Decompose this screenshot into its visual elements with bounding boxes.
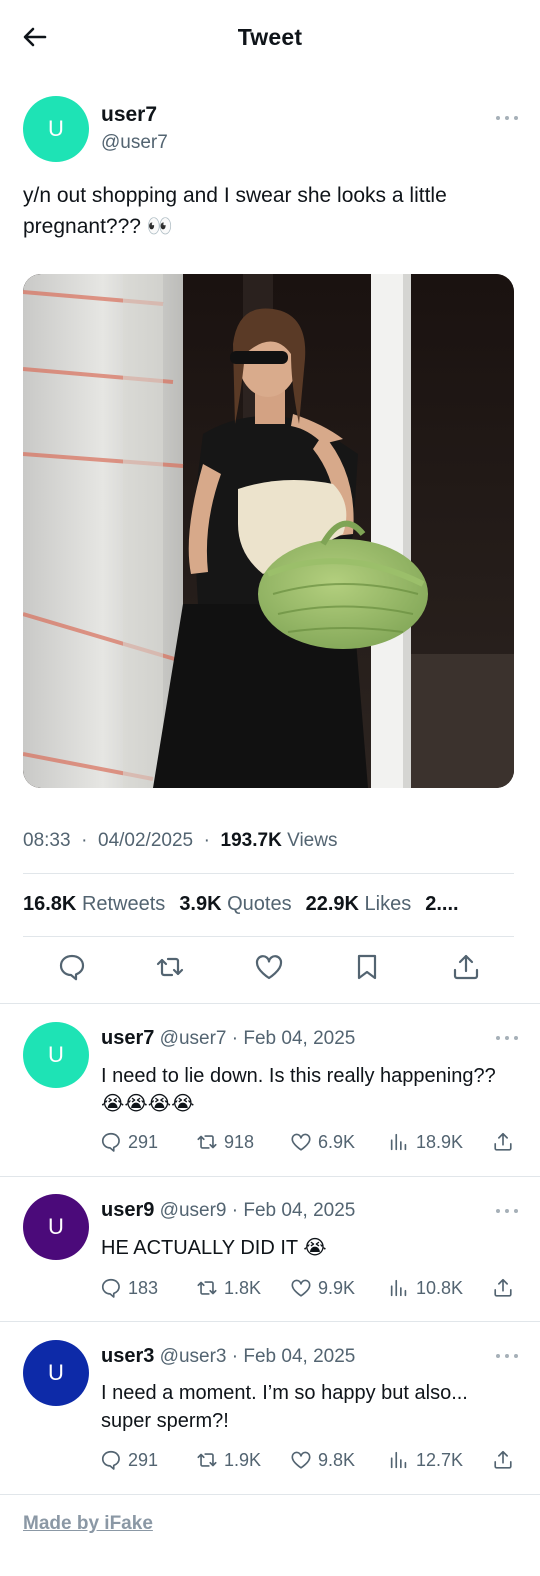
share-icon	[494, 1450, 512, 1469]
made-by-link[interactable]: Made by iFake	[23, 1513, 153, 1535]
views-button[interactable]: 12.7K	[388, 1449, 463, 1471]
reply-action-bar: 291 1.9K 9.8K 12.7K	[100, 1449, 520, 1475]
author-name[interactable]: user7	[101, 1027, 154, 1049]
reply-icon	[101, 1278, 120, 1298]
author-handle[interactable]: @user9	[160, 1200, 227, 1221]
views-icon	[390, 1279, 407, 1297]
retweet-icon	[197, 1281, 217, 1295]
like-icon	[291, 1133, 311, 1151]
reply-date: Feb 04, 2025	[243, 1200, 356, 1221]
reply-date: Feb 04, 2025	[243, 1028, 356, 1049]
like-button[interactable]: 9.8K	[290, 1449, 355, 1471]
bookmarks-stat-truncated[interactable]: 2....	[425, 893, 458, 915]
views-label: Views	[287, 830, 338, 851]
share-button[interactable]	[492, 1131, 514, 1153]
retweet-button[interactable]: 1.8K	[196, 1277, 261, 1299]
reply-header: user9 @user9 · Feb 04, 2025	[101, 1199, 356, 1221]
top-bar: Tweet	[0, 0, 540, 75]
tweet-action-bar	[0, 952, 540, 988]
reply-icon	[101, 1132, 120, 1152]
author-name[interactable]: user9	[101, 1199, 154, 1221]
more-options-icon[interactable]	[496, 1207, 518, 1215]
avatar[interactable]: U	[23, 1340, 89, 1406]
like-icon[interactable]	[254, 952, 284, 982]
more-options-icon[interactable]	[496, 1034, 518, 1042]
share-icon[interactable]	[451, 952, 481, 982]
photo-illustration	[23, 274, 514, 788]
more-options-icon[interactable]	[496, 114, 518, 122]
retweets-stat[interactable]: 16.8K Retweets	[23, 893, 165, 915]
reply-button[interactable]: 291	[100, 1131, 158, 1153]
tweet-text: y/n out shopping and I swear she looks a…	[23, 184, 447, 238]
retweet-icon	[197, 1453, 217, 1467]
divider	[23, 936, 514, 937]
page-title: Tweet	[237, 24, 303, 50]
retweet-button[interactable]: 1.9K	[196, 1449, 261, 1471]
avatar[interactable]: U	[23, 1022, 89, 1088]
divider	[0, 1494, 540, 1495]
views-button[interactable]: 18.9K	[388, 1131, 463, 1153]
engagement-stats: 16.8K Retweets 3.9K Quotes 22.9K Likes 2...…	[23, 893, 518, 916]
retweet-button[interactable]: 918	[196, 1131, 254, 1153]
likes-stat[interactable]: 22.9K Likes	[306, 893, 412, 915]
like-button[interactable]: 6.9K	[290, 1131, 355, 1153]
divider	[0, 1321, 540, 1322]
views-button[interactable]: 10.8K	[388, 1277, 463, 1299]
reply-action-bar: 291 918 6.9K 18.9K	[100, 1131, 520, 1157]
retweet-icon	[197, 1135, 217, 1149]
tweet-meta: 08:33 · 04/02/2025 · 193.7K Views	[23, 830, 338, 851]
retweet-icon[interactable]	[155, 952, 185, 982]
views-icon	[390, 1133, 407, 1151]
views-count: 193.7K	[220, 830, 282, 851]
reply-text: HE ACTUALLY DID IT 😭	[101, 1237, 327, 1259]
quotes-stat[interactable]: 3.9K Quotes	[179, 893, 291, 915]
reply-header: user3 @user3 · Feb 04, 2025	[101, 1345, 356, 1367]
author-handle[interactable]: @user7	[160, 1028, 227, 1049]
divider	[23, 873, 514, 874]
more-options-icon[interactable]	[496, 1352, 518, 1360]
reply-button[interactable]: 291	[100, 1449, 158, 1471]
reply-text: I need to lie down. Is this really happe…	[101, 1065, 496, 1115]
avatar[interactable]: U	[23, 1194, 89, 1260]
author-handle[interactable]: @user7	[101, 132, 168, 154]
avatar[interactable]: U	[23, 96, 89, 162]
bookmark-icon[interactable]	[352, 952, 382, 982]
share-button[interactable]	[492, 1277, 514, 1299]
tweet-photo[interactable]	[23, 274, 514, 788]
share-icon	[494, 1132, 512, 1151]
reply-icon[interactable]	[57, 952, 87, 982]
tweet-time: 08:33	[23, 830, 71, 851]
divider	[0, 1003, 540, 1004]
like-icon	[291, 1451, 311, 1469]
author-name[interactable]: user7	[101, 103, 157, 127]
author-handle[interactable]: @user3	[160, 1346, 227, 1367]
tweet-date: 04/02/2025	[98, 830, 194, 851]
share-button[interactable]	[492, 1449, 514, 1471]
share-icon	[494, 1278, 512, 1297]
reply-text: I need a moment. I’m so happy but also..…	[101, 1382, 468, 1432]
views-icon	[390, 1451, 407, 1469]
reply-button[interactable]: 183	[100, 1277, 158, 1299]
like-button[interactable]: 9.9K	[290, 1277, 355, 1299]
reply-date: Feb 04, 2025	[243, 1346, 356, 1367]
reply-icon	[101, 1450, 120, 1470]
author-name[interactable]: user3	[101, 1345, 154, 1367]
reply-header: user7 @user7 · Feb 04, 2025	[101, 1027, 356, 1049]
like-icon	[291, 1279, 311, 1297]
divider	[0, 1176, 540, 1177]
reply-action-bar: 183 1.8K 9.9K 10.8K	[100, 1277, 520, 1303]
